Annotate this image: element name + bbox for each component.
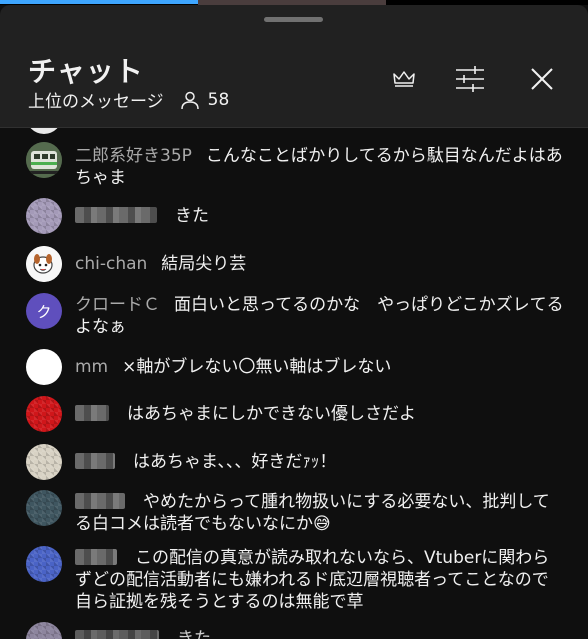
message-body: はあちゃまにしかできない優しさだよ [75,403,564,425]
tune-icon [456,66,484,92]
message-text: きた [175,206,209,226]
chat-settings-button[interactable] [452,61,488,97]
avatar [26,349,62,385]
crown-icon [393,71,415,87]
message-text: はあちゃまにしかできない優しさだよ [127,404,416,424]
chat-header: チャット 上位のメッセージ 58 [0,5,588,127]
chat-title: チャット [28,55,144,88]
author-name-redacted[interactable] [75,630,159,639]
avatar [26,198,62,234]
message-body: クロードＣ 面白いと思ってるのかな やっぱりどこかズレてるよなぁ [75,294,564,338]
viewer-count: 58 [180,89,230,110]
message-body: やめたからって腫れ物扱いにする必要ない、批判してる白コメは読者でもないなにか😅 [75,491,564,535]
close-icon [531,68,553,90]
message-body: きた [75,205,564,227]
drag-handle[interactable] [264,17,323,22]
message-text: この配信の真意が読み取れないなら、Vtuberに関わらずどの配信活動者にも嫌われ… [75,548,550,612]
video-progress-bar [0,0,198,4]
message-text: ×軸がブレない〇無い軸はブレない [122,357,392,377]
author-name[interactable]: クロードＣ [75,295,160,315]
avatar [26,444,62,480]
author-name-redacted[interactable] [75,549,117,565]
author-name-redacted[interactable] [75,493,125,509]
message-body: mm ×軸がブレない〇無い軸はブレない [75,356,564,378]
avatar [26,490,62,526]
viewer-count-value: 58 [207,89,230,110]
author-name[interactable]: mm [75,357,108,377]
crown-button[interactable] [386,61,422,97]
chat-message-list[interactable]: 二郎系好き35P こんなことばかりしてるから駄目なんだよはあちゃま きた chi… [0,128,588,639]
message-text: 結局尖り芸 [161,254,247,274]
avatar [26,246,62,282]
message-body: 二郎系好き35P こんなことばかりしてるから駄目なんだよはあちゃま [75,145,564,189]
message-body: きた [75,628,564,639]
avatar [26,396,62,432]
message-text: はあちゃま、、、好きだｧｯ！ [133,452,337,472]
message-body: この配信の真意が読み取れないなら、Vtuberに関わらずどの配信活動者にも嫌われ… [75,547,564,613]
avatar [26,142,62,178]
author-name-redacted[interactable] [75,405,109,421]
avatar [26,546,62,582]
chat-panel: チャット 上位のメッセージ 58 二郎系好き35P こんなことばかりしてるから駄… [0,0,588,639]
message-body: はあちゃま、、、好きだｧｯ！ [75,451,564,473]
chat-mode-label: 上位のメッセージ [28,92,164,112]
author-name[interactable]: 二郎系好き35P [75,146,192,166]
avatar [26,622,62,639]
author-name-redacted[interactable] [75,207,157,223]
avatar: ク [26,293,62,329]
message-body: chi-chan 結局尖り芸 [75,253,564,275]
close-button[interactable] [524,61,560,97]
chat-mode-row[interactable]: 上位のメッセージ 58 [28,87,230,113]
author-name[interactable]: chi-chan [75,254,147,274]
author-name-redacted[interactable] [75,453,115,469]
person-icon [180,91,199,109]
avatar [26,128,62,134]
avatar-letter: ク [36,302,52,321]
message-text: やめたからって腫れ物扱いにする必要ない、批判してる白コメは読者でもないなにか😅 [75,492,550,534]
message-text: きた [177,629,211,639]
